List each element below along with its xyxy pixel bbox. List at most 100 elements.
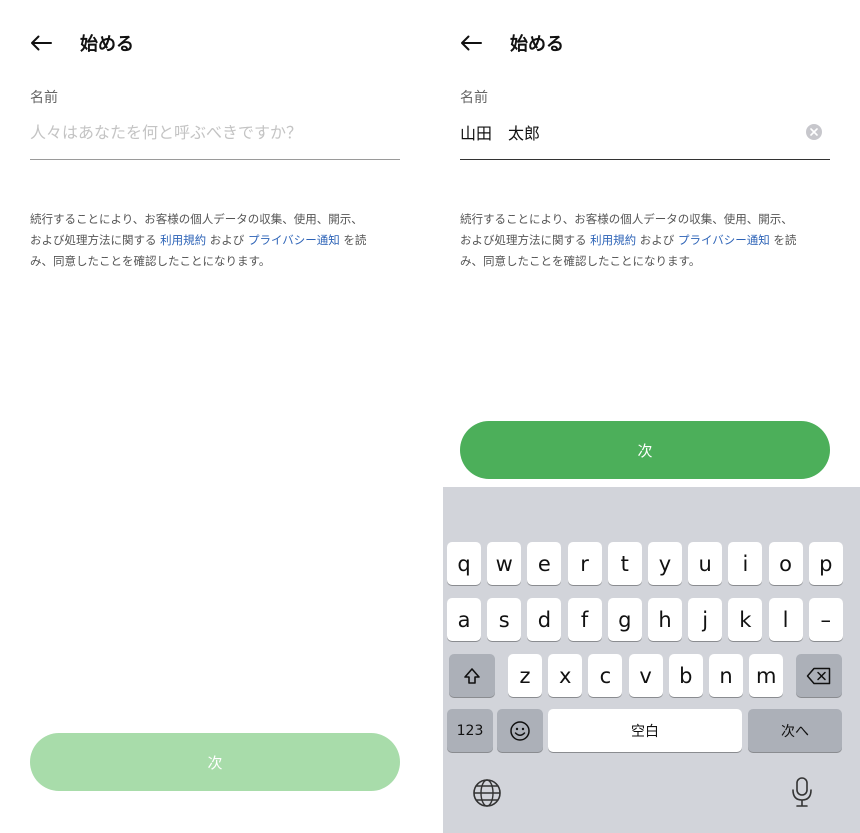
- key-f[interactable]: f: [567, 598, 602, 641]
- name-label: 名前: [460, 90, 488, 106]
- key-label: q: [457, 551, 471, 576]
- emoji-key[interactable]: [497, 709, 543, 752]
- key-label: e: [537, 551, 551, 576]
- microphone-icon: [792, 777, 812, 807]
- back-arrow-icon: [31, 35, 52, 51]
- key-q[interactable]: q: [447, 542, 481, 585]
- dictation-button[interactable]: [787, 775, 817, 809]
- key-b[interactable]: b: [668, 654, 703, 697]
- consent-text: 続行することにより、お客様の個人データの収集、使用、開示、 および処理方法に関す…: [30, 209, 402, 272]
- key-label: n: [719, 663, 733, 688]
- key-v[interactable]: v: [628, 654, 663, 697]
- key-z[interactable]: z: [508, 654, 542, 697]
- back-button[interactable]: [460, 28, 500, 58]
- clear-icon: [810, 128, 818, 136]
- key-label: y: [658, 551, 672, 576]
- key-r[interactable]: r: [567, 542, 602, 585]
- privacy-link[interactable]: プライバシー通知: [678, 233, 770, 247]
- key-label: b: [679, 663, 693, 688]
- key-x[interactable]: x: [548, 654, 583, 697]
- key-s[interactable]: s: [487, 598, 522, 641]
- key-label: m: [755, 663, 777, 688]
- key-label: u: [698, 551, 712, 576]
- key-t[interactable]: t: [607, 542, 642, 585]
- key-c[interactable]: c: [588, 654, 623, 697]
- shift-icon: [464, 667, 480, 684]
- return-key[interactable]: 次へ: [748, 709, 842, 752]
- key-h[interactable]: h: [648, 598, 682, 641]
- key-label: –: [820, 607, 832, 632]
- key-label: s: [498, 607, 510, 632]
- key-label: j: [702, 607, 709, 632]
- privacy-link[interactable]: プライバシー通知: [248, 233, 340, 247]
- key-m[interactable]: m: [749, 654, 784, 697]
- next-button-label: 次: [207, 753, 223, 772]
- key-–[interactable]: –: [808, 598, 843, 641]
- name-field: [30, 112, 400, 160]
- consent-text: 続行することにより、お客様の個人データの収集、使用、開示、 および処理方法に関す…: [460, 209, 832, 272]
- back-button[interactable]: [30, 28, 70, 58]
- header: 始める: [460, 28, 564, 58]
- key-j[interactable]: j: [688, 598, 723, 641]
- page-title: 始める: [510, 34, 564, 55]
- key-label: h: [658, 607, 672, 632]
- return-key-label: 次へ: [781, 723, 809, 740]
- key-d[interactable]: d: [527, 598, 562, 641]
- consent-line1: 続行することにより、お客様の個人データの収集、使用、開示、: [460, 212, 793, 226]
- consent-line2-post: を読: [339, 233, 367, 247]
- consent-line2-pre: および処理方法に関する: [30, 233, 161, 247]
- delete-key[interactable]: [796, 654, 842, 697]
- software-keyboard: 123 空白 次へ q w e r t y u i o p a s d f g …: [443, 487, 860, 833]
- terms-link[interactable]: 利用規約: [590, 233, 636, 247]
- delete-icon: [806, 667, 831, 684]
- consent-and: および: [206, 233, 248, 247]
- key-label: o: [779, 551, 793, 576]
- key-o[interactable]: o: [768, 542, 803, 585]
- name-field: [460, 112, 830, 160]
- consent-line2-pre: および処理方法に関する: [460, 233, 591, 247]
- key-e[interactable]: e: [527, 542, 562, 585]
- key-label: k: [739, 607, 752, 632]
- name-input[interactable]: [460, 112, 800, 152]
- key-label: f: [580, 607, 589, 632]
- key-label: r: [580, 551, 589, 576]
- consent-line2-post: を読: [769, 233, 797, 247]
- numbers-key[interactable]: 123: [447, 709, 493, 752]
- next-button-label: 次: [637, 441, 653, 460]
- space-key[interactable]: 空白: [548, 709, 742, 752]
- key-l[interactable]: l: [768, 598, 803, 641]
- key-label: x: [558, 663, 572, 688]
- key-p[interactable]: p: [808, 542, 843, 585]
- terms-link[interactable]: 利用規約: [160, 233, 206, 247]
- key-label: g: [618, 607, 632, 632]
- globe-icon: [473, 779, 501, 807]
- next-button[interactable]: 次: [30, 733, 400, 791]
- header: 始める: [30, 28, 134, 58]
- key-i[interactable]: i: [728, 542, 763, 585]
- key-label: d: [537, 607, 552, 632]
- space-key-label: 空白: [631, 723, 659, 740]
- consent-and: および: [636, 233, 678, 247]
- name-input[interactable]: [30, 112, 370, 152]
- key-w[interactable]: w: [487, 542, 522, 585]
- key-y[interactable]: y: [648, 542, 682, 585]
- next-button[interactable]: 次: [460, 421, 830, 479]
- key-k[interactable]: k: [728, 598, 763, 641]
- key-g[interactable]: g: [607, 598, 642, 641]
- globe-button[interactable]: [471, 777, 503, 809]
- name-label: 名前: [30, 90, 58, 106]
- key-label: i: [742, 551, 749, 576]
- emoji-icon: [510, 720, 530, 741]
- key-a[interactable]: a: [447, 598, 481, 641]
- consent-line3: み、同意したことを確認したことになります。: [460, 254, 701, 268]
- key-u[interactable]: u: [688, 542, 723, 585]
- key-label: l: [782, 607, 789, 632]
- key-n[interactable]: n: [709, 654, 743, 697]
- key-label: a: [457, 607, 471, 632]
- key-label: v: [639, 663, 652, 688]
- consent-line3: み、同意したことを確認したことになります。: [30, 254, 271, 268]
- shift-key[interactable]: [449, 654, 495, 697]
- consent-line1: 続行することにより、お客様の個人データの収集、使用、開示、: [30, 212, 363, 226]
- clear-input-button[interactable]: [806, 124, 822, 140]
- numbers-key-label: 123: [456, 722, 484, 739]
